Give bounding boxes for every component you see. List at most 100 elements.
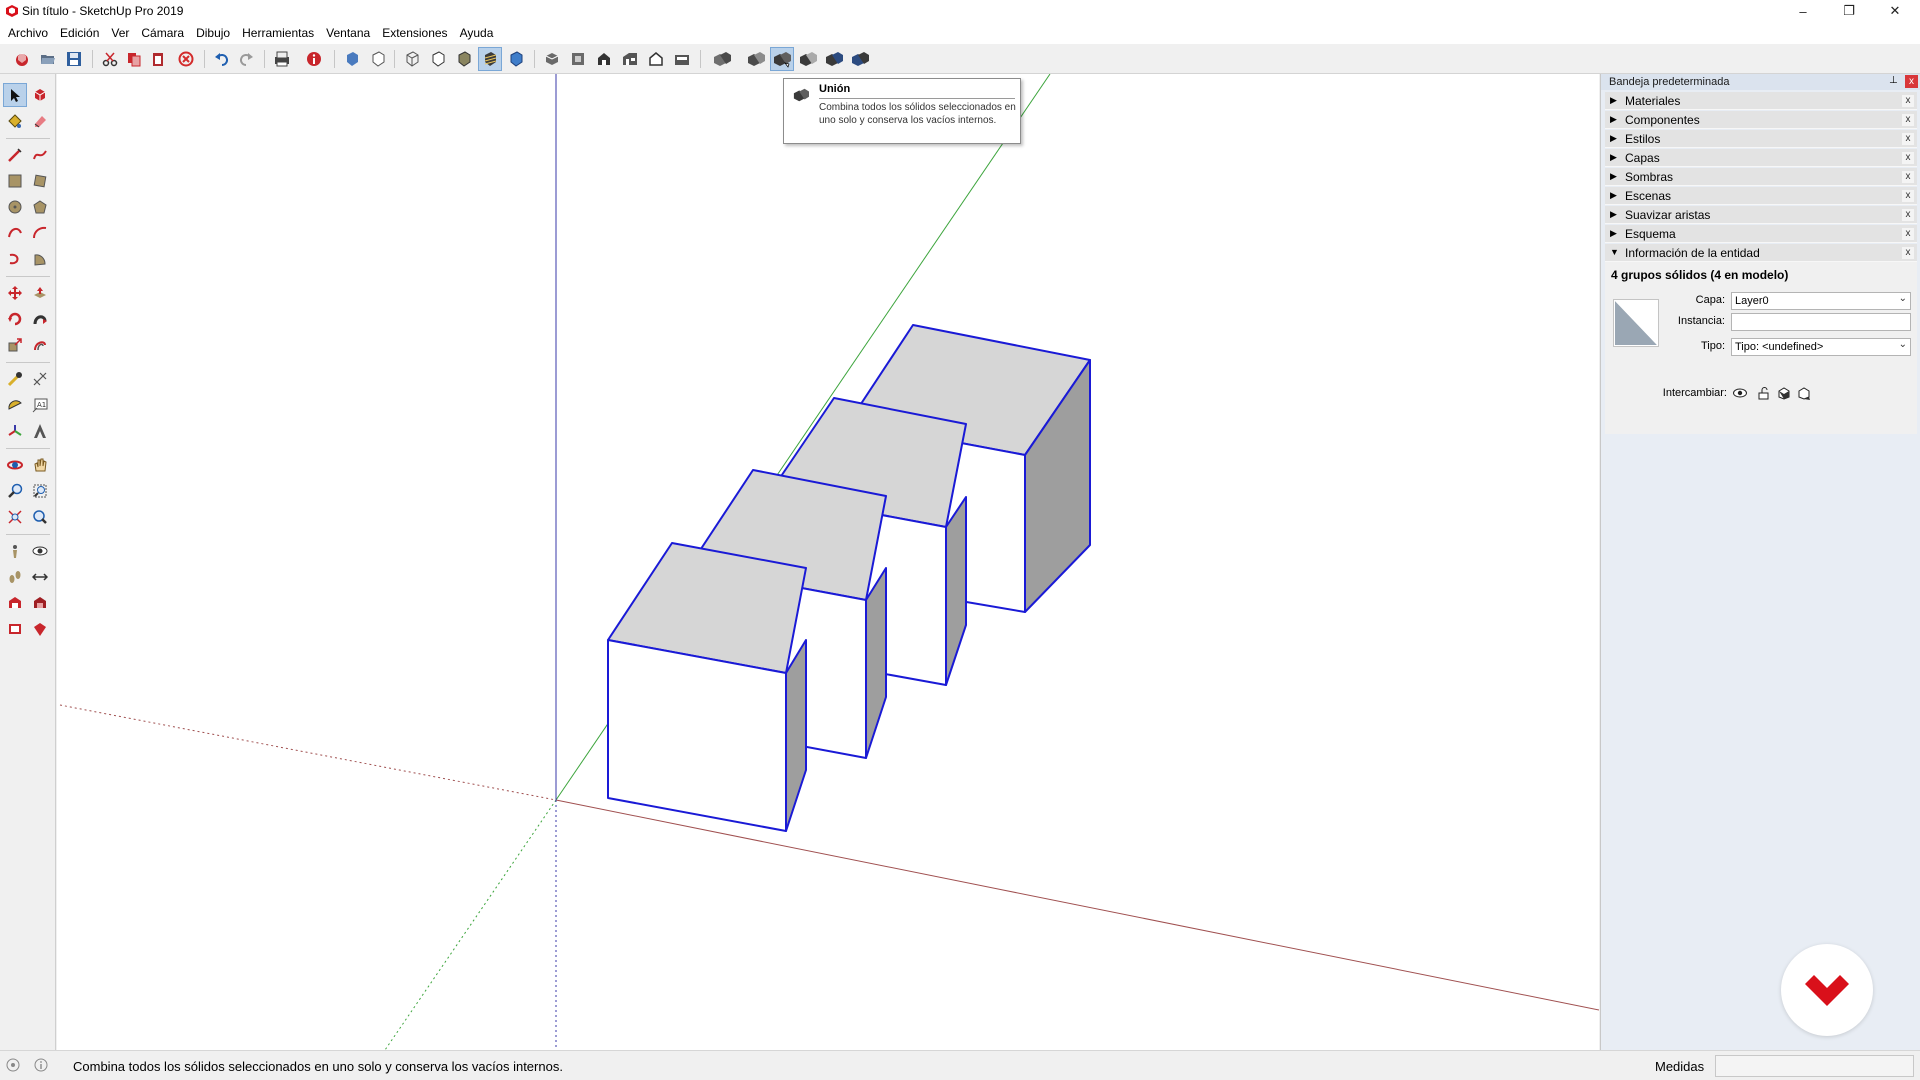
text-tool-icon[interactable]: A1 [28, 393, 52, 417]
hidden-line-icon[interactable] [426, 47, 450, 71]
intersect-icon[interactable] [744, 47, 768, 71]
scene-canvas[interactable] [57, 74, 1599, 1050]
monochrome-icon[interactable] [504, 47, 528, 71]
type-select[interactable]: Tipo: <undefined> ⌄ [1731, 338, 1911, 356]
panel-close-button[interactable]: x [1902, 114, 1914, 126]
axes-tool-icon[interactable] [3, 419, 27, 443]
arc-tool-icon[interactable] [3, 221, 27, 245]
menu-ventana[interactable]: Ventana [320, 23, 376, 43]
panel-escenas[interactable]: ▶ Escenas x [1605, 187, 1917, 205]
top-view-icon[interactable] [566, 47, 590, 71]
menu-herramientas[interactable]: Herramientas [236, 23, 320, 43]
paint-bucket-icon[interactable] [3, 109, 27, 133]
back-view-icon[interactable] [644, 47, 668, 71]
pan-tool-icon[interactable] [28, 453, 52, 477]
trim-icon[interactable] [822, 47, 846, 71]
two-point-arc-icon[interactable] [28, 221, 52, 245]
new-model-icon[interactable] [10, 47, 34, 71]
rotate-tool-icon[interactable] [3, 307, 27, 331]
walk-tool-icon[interactable] [3, 565, 27, 589]
panel-close-button[interactable]: x [1902, 171, 1914, 183]
split-icon[interactable] [848, 47, 872, 71]
rectangle-tool-icon[interactable] [3, 169, 27, 193]
push-pull-icon[interactable] [28, 281, 52, 305]
menu-ver[interactable]: Ver [105, 23, 135, 43]
line-tool-icon[interactable] [3, 143, 27, 167]
panel-entity-info[interactable]: ▼ Información de la entidad x [1605, 244, 1917, 262]
freehand-tool-icon[interactable] [28, 143, 52, 167]
cast-shadows-icon[interactable] [1795, 384, 1813, 402]
offset-tool-icon[interactable] [28, 333, 52, 357]
shaded-textures-icon[interactable] [478, 47, 502, 71]
extension-warehouse-icon[interactable] [28, 591, 52, 615]
pin-icon[interactable]: ⊥ [1889, 75, 1898, 86]
circle-tool-icon[interactable] [3, 195, 27, 219]
panel-close-button[interactable]: x [1902, 228, 1914, 240]
xray-icon[interactable] [340, 47, 364, 71]
zoom-extents-icon[interactable] [3, 505, 27, 529]
save-icon[interactable] [62, 47, 86, 71]
orbit-tool-icon[interactable] [3, 453, 27, 477]
warehouse-icon[interactable] [3, 591, 27, 615]
menu-ayuda[interactable]: Ayuda [454, 23, 500, 43]
instance-input[interactable] [1731, 313, 1911, 331]
layout-icon[interactable] [3, 617, 27, 641]
pie-tool-icon[interactable] [28, 247, 52, 271]
panel-close-button[interactable]: x [1902, 152, 1914, 164]
cut-icon[interactable] [98, 47, 122, 71]
move-tool-icon[interactable] [3, 281, 27, 305]
wireframe-icon[interactable] [400, 47, 424, 71]
front-view-icon[interactable] [592, 47, 616, 71]
panel-materiales[interactable]: ▶ Materiales x [1605, 92, 1917, 110]
menu-camara[interactable]: Cámara [135, 23, 190, 43]
iso-view-icon[interactable] [540, 47, 564, 71]
panel-capas[interactable]: ▶ Capas x [1605, 149, 1917, 167]
menu-edicion[interactable]: Edición [54, 23, 105, 43]
undo-icon[interactable] [210, 47, 234, 71]
tray-close-button[interactable]: x [1905, 75, 1918, 88]
select-tool-icon[interactable] [3, 83, 27, 107]
rotated-rectangle-icon[interactable] [28, 169, 52, 193]
subtract-icon[interactable] [796, 47, 820, 71]
menu-archivo[interactable]: Archivo [2, 23, 54, 43]
layer-select[interactable]: Layer0 ⌄ [1731, 292, 1911, 310]
protractor-icon[interactable] [3, 393, 27, 417]
open-folder-icon[interactable] [36, 47, 60, 71]
dimension-tool-icon[interactable] [28, 367, 52, 391]
back-edges-icon[interactable] [366, 47, 390, 71]
info-icon[interactable] [34, 1058, 48, 1075]
redo-icon[interactable] [234, 47, 258, 71]
maximize-button[interactable]: ❐ [1826, 0, 1872, 22]
lock-icon[interactable] [1755, 384, 1773, 402]
left-view-icon[interactable] [670, 47, 694, 71]
three-point-arc-icon[interactable] [3, 247, 27, 271]
position-camera-icon[interactable] [3, 539, 27, 563]
solid-group[interactable] [607, 542, 807, 832]
panel-suavizar-aristas[interactable]: ▶ Suavizar aristas x [1605, 206, 1917, 224]
receive-shadows-icon[interactable] [1775, 384, 1793, 402]
follow-me-icon[interactable] [28, 307, 52, 331]
section-plane-icon[interactable] [28, 565, 52, 589]
menu-extensiones[interactable]: Extensiones [376, 23, 453, 43]
menu-dibujo[interactable]: Dibujo [190, 23, 236, 43]
extension-manager-icon[interactable] [28, 617, 52, 641]
minimize-button[interactable]: – [1780, 0, 1826, 22]
outer-shell-icon[interactable] [710, 47, 734, 71]
look-around-icon[interactable] [28, 539, 52, 563]
geolocation-icon[interactable] [6, 1058, 20, 1075]
panel-esquema[interactable]: ▶ Esquema x [1605, 225, 1917, 243]
panel-close-button[interactable]: x [1902, 190, 1914, 202]
erase-icon[interactable] [174, 47, 198, 71]
make-component-icon[interactable] [28, 83, 52, 107]
right-view-icon[interactable] [618, 47, 642, 71]
measurements-input[interactable] [1715, 1055, 1914, 1077]
panel-close-button[interactable]: x [1902, 247, 1914, 259]
panel-componentes[interactable]: ▶ Componentes x [1605, 111, 1917, 129]
panel-close-button[interactable]: x [1902, 95, 1914, 107]
zoom-window-icon[interactable] [28, 479, 52, 503]
model-viewport[interactable] [57, 74, 1599, 1050]
union-icon[interactable] [770, 47, 794, 71]
panel-close-button[interactable]: x [1902, 133, 1914, 145]
polygon-tool-icon[interactable] [28, 195, 52, 219]
paste-icon[interactable] [146, 47, 170, 71]
